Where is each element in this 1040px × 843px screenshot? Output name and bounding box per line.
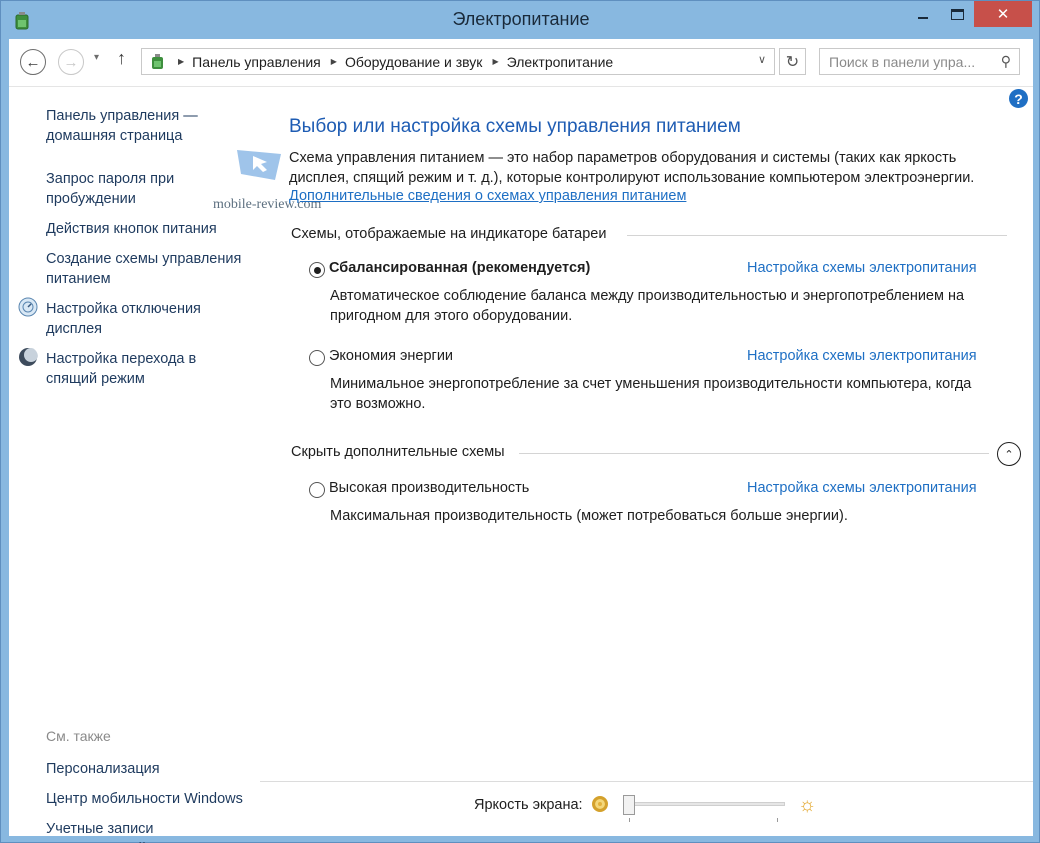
window-title: Электропитание bbox=[452, 9, 590, 29]
sidebar-link-sleep-mode[interactable]: Настройка перехода в спящий режим bbox=[46, 349, 216, 389]
control-panel-icon bbox=[152, 53, 163, 69]
minimize-button[interactable] bbox=[906, 1, 940, 27]
more-info-link[interactable]: Дополнительные сведения о схемах управле… bbox=[289, 188, 686, 204]
see-also-mobility-center[interactable]: Центр мобильности Windows bbox=[46, 789, 261, 809]
see-also-personalization[interactable]: Персонализация bbox=[46, 759, 261, 779]
client-area: ← → ▾ ↑ ▶ Панель управления ▶ Оборудован… bbox=[9, 39, 1033, 843]
arrow-right-icon: → bbox=[63, 53, 79, 71]
back-button[interactable]: ← bbox=[20, 49, 46, 75]
group-divider bbox=[519, 453, 989, 454]
help-button[interactable]: ? bbox=[1009, 89, 1028, 108]
close-icon: ✕ bbox=[996, 6, 1010, 23]
forward-button[interactable]: → bbox=[58, 49, 84, 75]
navigation-bar: ← → ▾ ↑ ▶ Панель управления ▶ Оборудован… bbox=[9, 39, 1033, 87]
brightness-slider-thumb[interactable] bbox=[623, 795, 635, 815]
plan-high-performance-radio[interactable] bbox=[309, 482, 325, 498]
maximize-button[interactable] bbox=[940, 1, 974, 27]
arrow-left-icon: ← bbox=[25, 53, 41, 71]
chevron-down-icon: ▾ bbox=[94, 52, 100, 63]
plan-power-saver-description: Минимальное энергопотребление за счет ум… bbox=[330, 376, 972, 412]
plan-balanced-settings-link[interactable]: Настройка схемы электропитания bbox=[747, 260, 977, 276]
group-divider bbox=[627, 235, 1007, 236]
minimize-icon bbox=[918, 17, 928, 19]
plan-power-saver-radio[interactable] bbox=[309, 350, 325, 366]
refresh-button[interactable]: ↻ bbox=[779, 48, 806, 75]
chevron-up-icon: ⌃ bbox=[1004, 448, 1014, 461]
watermark-logo-icon bbox=[237, 150, 281, 180]
breadcrumb-separator-icon[interactable]: ▶ bbox=[492, 57, 498, 66]
sidebar-link-create-plan[interactable]: Создание схемы управления питанием bbox=[46, 249, 261, 289]
window-frame: Электропитание ✕ ← → ▾ ↑ ▶ Панель управл… bbox=[0, 0, 1040, 843]
chevron-down-icon[interactable]: ∨ bbox=[758, 53, 766, 66]
address-bar[interactable]: ▶ Панель управления ▶ Оборудование и зву… bbox=[141, 48, 775, 75]
brightness-label: Яркость экрана: bbox=[474, 797, 583, 813]
sun-bright-icon: ☼ bbox=[798, 794, 817, 816]
brightness-slider[interactable] bbox=[623, 802, 785, 806]
display-icon bbox=[18, 297, 38, 317]
plan-balanced-description: Автоматическое соблюдение баланса между … bbox=[330, 288, 965, 324]
collapse-schemes-button[interactable]: ⌃ bbox=[997, 442, 1021, 466]
sidebar-link-wakeup-password[interactable]: Запрос пароля при пробуждении bbox=[46, 169, 206, 209]
slider-tick bbox=[777, 818, 778, 822]
sun-dim-icon bbox=[592, 796, 608, 812]
close-button[interactable]: ✕ bbox=[974, 1, 1032, 27]
slider-tick bbox=[629, 818, 630, 822]
sidebar-link-power-buttons[interactable]: Действия кнопок питания bbox=[46, 219, 261, 239]
group-battery-header: Схемы, отображаемые на индикаторе батаре… bbox=[291, 226, 607, 242]
plan-high-performance-settings-link[interactable]: Настройка схемы электропитания bbox=[747, 480, 977, 496]
plan-high-performance-name[interactable]: Высокая производительность bbox=[329, 480, 529, 496]
see-also-heading: См. также bbox=[46, 728, 111, 744]
arrow-up-icon: ↑ bbox=[117, 48, 126, 68]
page-title: Выбор или настройка схемы управления пит… bbox=[289, 116, 741, 137]
search-icon[interactable]: ⚲ bbox=[1001, 53, 1011, 70]
group-hidden-header[interactable]: Скрыть дополнительные схемы bbox=[291, 444, 505, 460]
see-also-user-accounts[interactable]: Учетные записи пользователей bbox=[46, 819, 196, 843]
breadcrumb-power-options[interactable]: Электропитание bbox=[507, 54, 614, 70]
breadcrumb-separator-icon: ▶ bbox=[178, 57, 185, 66]
plan-balanced-name[interactable]: Сбалансированная (рекомендуется) bbox=[329, 260, 590, 276]
refresh-icon: ↻ bbox=[785, 53, 800, 71]
plan-power-saver-settings-link[interactable]: Настройка схемы электропитания bbox=[747, 348, 977, 364]
plan-power-saver-name[interactable]: Экономия энергии bbox=[329, 348, 453, 364]
search-placeholder: Поиск в панели упра... bbox=[829, 53, 976, 70]
breadcrumb-control-panel[interactable]: Панель управления bbox=[192, 54, 321, 70]
breadcrumb-separator-icon[interactable]: ▶ bbox=[331, 57, 337, 66]
title-bar[interactable]: Электропитание ✕ bbox=[1, 1, 1040, 39]
sidebar-link-display-off[interactable]: Настройка отключения дисплея bbox=[46, 299, 216, 339]
recent-locations-button[interactable]: ▾ bbox=[94, 52, 99, 63]
sidebar-link-control-panel-home[interactable]: Панель управления — домашняя страница bbox=[46, 106, 261, 146]
page-description: Схема управления питанием — это набор па… bbox=[289, 150, 975, 186]
bottom-divider bbox=[260, 781, 1033, 782]
moon-icon bbox=[19, 348, 38, 366]
search-input[interactable]: Поиск в панели упра... ⚲ bbox=[819, 48, 1020, 75]
plan-high-performance-description: Максимальная производительность (может п… bbox=[330, 508, 848, 524]
maximize-icon bbox=[950, 8, 964, 20]
plan-balanced-radio[interactable] bbox=[309, 262, 325, 278]
breadcrumb-hardware-sound[interactable]: Оборудование и звук bbox=[345, 54, 483, 70]
up-button[interactable]: ↑ bbox=[117, 48, 126, 69]
